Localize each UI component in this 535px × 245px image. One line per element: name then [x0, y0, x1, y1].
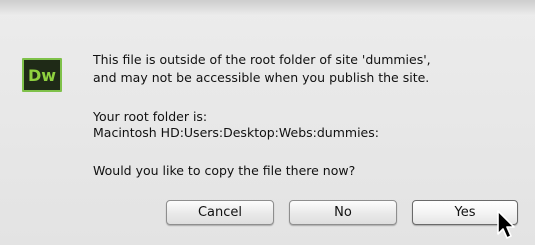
cancel-button[interactable]: Cancel [166, 200, 274, 225]
dreamweaver-app-icon: Dw [22, 58, 62, 92]
title-shadow [0, 1, 535, 15]
alert-dialog: Dw This file is outside of the root fold… [0, 0, 535, 245]
message-line-2: and may not be accessible when you publi… [93, 70, 430, 85]
question-text: Would you like to copy the file there no… [93, 163, 356, 178]
app-icon-label: Dw [27, 65, 57, 85]
mouse-pointer-icon [497, 210, 515, 239]
no-button[interactable]: No [289, 200, 397, 225]
message-line-1: This file is outside of the root folder … [93, 52, 431, 67]
root-folder-path: Macintosh HD:Users:Desktop:Webs:dummies: [93, 125, 379, 140]
